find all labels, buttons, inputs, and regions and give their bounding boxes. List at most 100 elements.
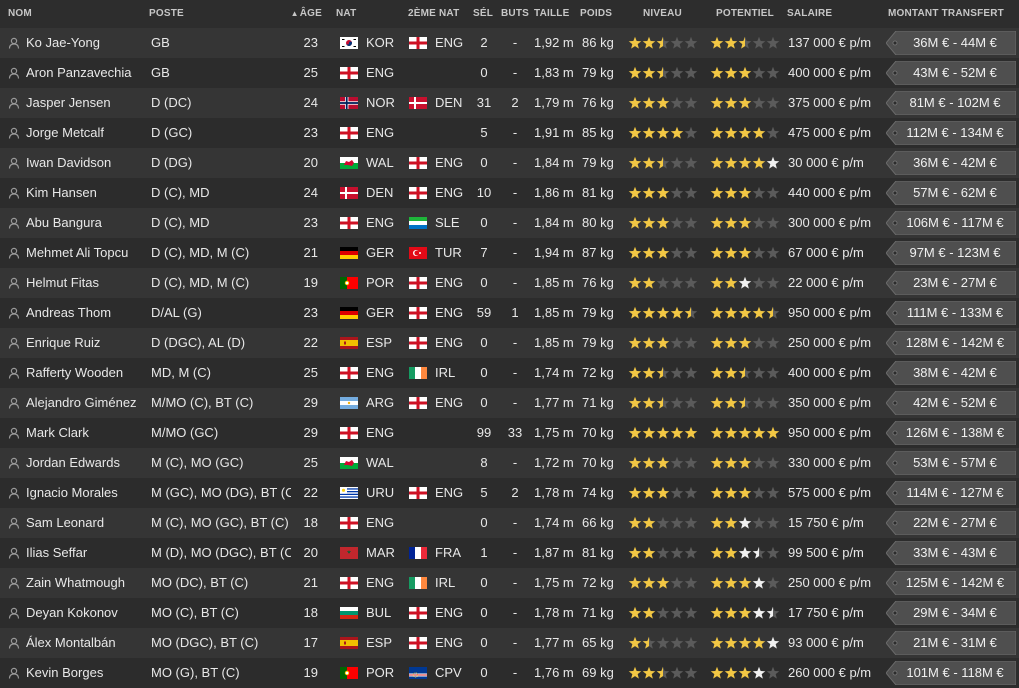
table-row[interactable]: Rafferty Wooden MD, M (C) 25 ENG IRL 0 - 1,74 m…: [0, 358, 1019, 388]
star-icon: [684, 666, 698, 679]
header-potentiel[interactable]: POTENTIEL: [716, 0, 780, 28]
table-row[interactable]: Ko Jae-Yong GB 23 KOR ENG 2 - 1,92 m 86 kg 137 00…: [0, 28, 1019, 58]
player-name[interactable]: Kim Hansen: [26, 178, 146, 208]
transfer-value-tag[interactable]: 22M € - 27M €: [886, 511, 1016, 535]
transfer-value-tag[interactable]: 101M € - 118M €: [886, 661, 1016, 685]
person-icon: [8, 667, 20, 679]
second-nationality-code: CPV: [435, 665, 462, 680]
player-name[interactable]: Mark Clark: [26, 418, 146, 448]
header-salaire[interactable]: SALAIRE: [787, 0, 847, 28]
header-buts[interactable]: BUTS: [500, 0, 530, 28]
transfer-value-tag[interactable]: 38M € - 42M €: [886, 361, 1016, 385]
transfer-value-tag[interactable]: 97M € - 123M €: [886, 241, 1016, 265]
person-icon: [8, 457, 20, 469]
player-name[interactable]: Sam Leonard: [26, 508, 146, 538]
table-row[interactable]: Deyan Kokonov MO (C), BT (C) 18 BUL ENG 0 - 1,7…: [0, 598, 1019, 628]
table-row[interactable]: Zain Whatmough MO (DC), BT (C) 21 ENG IRL 0 - 1…: [0, 568, 1019, 598]
transfer-value-tag[interactable]: 125M € - 142M €: [886, 571, 1016, 595]
current-ability-stars: [628, 208, 698, 238]
player-name[interactable]: Aron Panzavechia: [26, 58, 146, 88]
table-row[interactable]: Álex Montalbán MO (DGC), BT (C) 17 ESP ENG 0 -…: [0, 628, 1019, 658]
player-name[interactable]: Jasper Jensen: [26, 88, 146, 118]
player-name[interactable]: Iwan Davidson: [26, 148, 146, 178]
player-name[interactable]: Jordan Edwards: [26, 448, 146, 478]
transfer-value-tag[interactable]: 21M € - 31M €: [886, 631, 1016, 655]
transfer-value-tag[interactable]: 114M € - 127M €: [886, 481, 1016, 505]
header-nom[interactable]: NOM: [8, 0, 68, 28]
player-goals: -: [512, 35, 518, 50]
transfer-value-tag[interactable]: 36M € - 42M €: [886, 151, 1016, 175]
header-sel[interactable]: SÉL: [470, 0, 496, 28]
transfer-value-tag[interactable]: 23M € - 27M €: [886, 271, 1016, 295]
player-name[interactable]: Enrique Ruiz: [26, 328, 146, 358]
player-name[interactable]: Abu Bangura: [26, 208, 146, 238]
table-row[interactable]: Aron Panzavechia GB 25 ENG 0 - 1,83 m 79 kg 400 …: [0, 58, 1019, 88]
potential-ability-stars: [710, 178, 780, 208]
nationality-code: ENG: [366, 65, 395, 80]
person-icon: [8, 97, 20, 109]
table-row[interactable]: Mark Clark M/MO (GC) 29 ENG 99 33 1,75 m 70 kg 9…: [0, 418, 1019, 448]
table-row[interactable]: Jasper Jensen D (DC) 24 NOR DEN 31 2 1,79 m 76 k…: [0, 88, 1019, 118]
transfer-value-tag[interactable]: 81M € - 102M €: [886, 91, 1016, 115]
table-row[interactable]: Helmut Fitas D (C), MD, M (C) 19 POR ENG 0 - 1,…: [0, 268, 1019, 298]
player-name[interactable]: Alejandro Giménez: [26, 388, 146, 418]
player-name[interactable]: Rafferty Wooden: [26, 358, 146, 388]
potential-ability-stars: [710, 568, 780, 598]
player-name[interactable]: Ignacio Morales: [26, 478, 146, 508]
player-caps: 10: [476, 185, 492, 200]
table-row[interactable]: Jordan Edwards M (C), MO (GC) 25 WAL 8 - 1,72 …: [0, 448, 1019, 478]
header-taille[interactable]: TAILLE: [534, 0, 574, 28]
player-name[interactable]: Helmut Fitas: [26, 268, 146, 298]
table-row[interactable]: Jorge Metcalf D (GC) 23 ENG 5 - 1,91 m 85 kg 475…: [0, 118, 1019, 148]
table-row[interactable]: Iwan Davidson D (DG) 20 WAL ENG 0 - 1,84 m 79 kg…: [0, 148, 1019, 178]
header-niveau[interactable]: NIVEAU: [643, 0, 693, 28]
transfer-value-tag[interactable]: 128M € - 142M €: [886, 331, 1016, 355]
transfer-value-tag[interactable]: 29M € - 34M €: [886, 601, 1016, 625]
player-name[interactable]: Andreas Thom: [26, 298, 146, 328]
player-weight: 72 kg: [582, 575, 614, 590]
header-nat[interactable]: NAT: [336, 0, 376, 28]
header-transfert[interactable]: MONTANT TRANSFERT: [888, 0, 1016, 28]
star-icon: [670, 216, 684, 229]
header-poids[interactable]: POIDS: [580, 0, 620, 28]
player-name[interactable]: Jorge Metcalf: [26, 118, 146, 148]
person-icon: [8, 517, 20, 529]
header-poste[interactable]: POSTE: [149, 0, 209, 28]
transfer-value-tag[interactable]: 36M € - 44M €: [886, 31, 1016, 55]
header-age-cell[interactable]: ▲ÂGE: [280, 0, 322, 28]
star-icon: [738, 366, 752, 379]
player-name[interactable]: Ko Jae-Yong: [26, 28, 146, 58]
player-name[interactable]: Álex Montalbán: [26, 628, 146, 658]
transfer-value-tag[interactable]: 42M € - 52M €: [886, 391, 1016, 415]
squad-table: NOM POSTE ▲ÂGE NAT 2ÈME NAT SÉL BUTS TAI…: [0, 0, 1019, 688]
table-row[interactable]: Enrique Ruiz D (DGC), AL (D) 22 ESP ENG 0 - 1,8…: [0, 328, 1019, 358]
transfer-value-tag[interactable]: 53M € - 57M €: [886, 451, 1016, 475]
transfer-value-tag[interactable]: 112M € - 134M €: [886, 121, 1016, 145]
nationality-code: ESP: [366, 635, 393, 650]
table-row[interactable]: Ilias Seffar M (D), MO (DGC), BT (C) 20 MAR…: [0, 538, 1019, 568]
table-row[interactable]: Ignacio Morales M (GC), MO (DG), BT (C) 22…: [0, 478, 1019, 508]
transfer-value-tag[interactable]: 57M € - 62M €: [886, 181, 1016, 205]
transfer-value-tag[interactable]: 106M € - 117M €: [886, 211, 1016, 235]
table-row[interactable]: Alejandro Giménez M/MO (C), BT (C) 29 ARG EN…: [0, 388, 1019, 418]
table-row[interactable]: Sam Leonard M (C), MO (GC), BT (C) 18 ENG 0 -…: [0, 508, 1019, 538]
player-name[interactable]: Deyan Kokonov: [26, 598, 146, 628]
player-height: 1,84 m: [534, 155, 574, 170]
table-row[interactable]: Kevin Borges MO (G), BT (C) 19 POR CPV 0 - 1,76…: [0, 658, 1019, 688]
header-nat2[interactable]: 2ÈME NAT: [408, 0, 468, 28]
player-name[interactable]: Kevin Borges: [26, 658, 146, 688]
table-row[interactable]: Kim Hansen D (C), MD 24 DEN ENG 10 - 1,86 m 81 k…: [0, 178, 1019, 208]
table-row[interactable]: Mehmet Ali Topcu D (C), MD, M (C) 21 GER TUR…: [0, 238, 1019, 268]
table-row[interactable]: Andreas Thom D/AL (G) 23 GER ENG 59 1 1,85 m 79 …: [0, 298, 1019, 328]
table-row[interactable]: Abu Bangura D (C), MD 23 ENG SLE 0 - 1,84 m 80 k…: [0, 208, 1019, 238]
player-name[interactable]: Mehmet Ali Topcu: [26, 238, 146, 268]
player-height: 1,75 m: [534, 425, 574, 440]
player-name[interactable]: Zain Whatmough: [26, 568, 146, 598]
player-weight: 71 kg: [582, 395, 614, 410]
player-name[interactable]: Ilias Seffar: [26, 538, 146, 568]
transfer-value-tag[interactable]: 111M € - 133M €: [886, 301, 1016, 325]
player-caps: 0: [480, 395, 488, 410]
transfer-value-tag[interactable]: 33M € - 43M €: [886, 541, 1016, 565]
transfer-value-tag[interactable]: 43M € - 52M €: [886, 61, 1016, 85]
transfer-value-tag[interactable]: 126M € - 138M €: [886, 421, 1016, 445]
